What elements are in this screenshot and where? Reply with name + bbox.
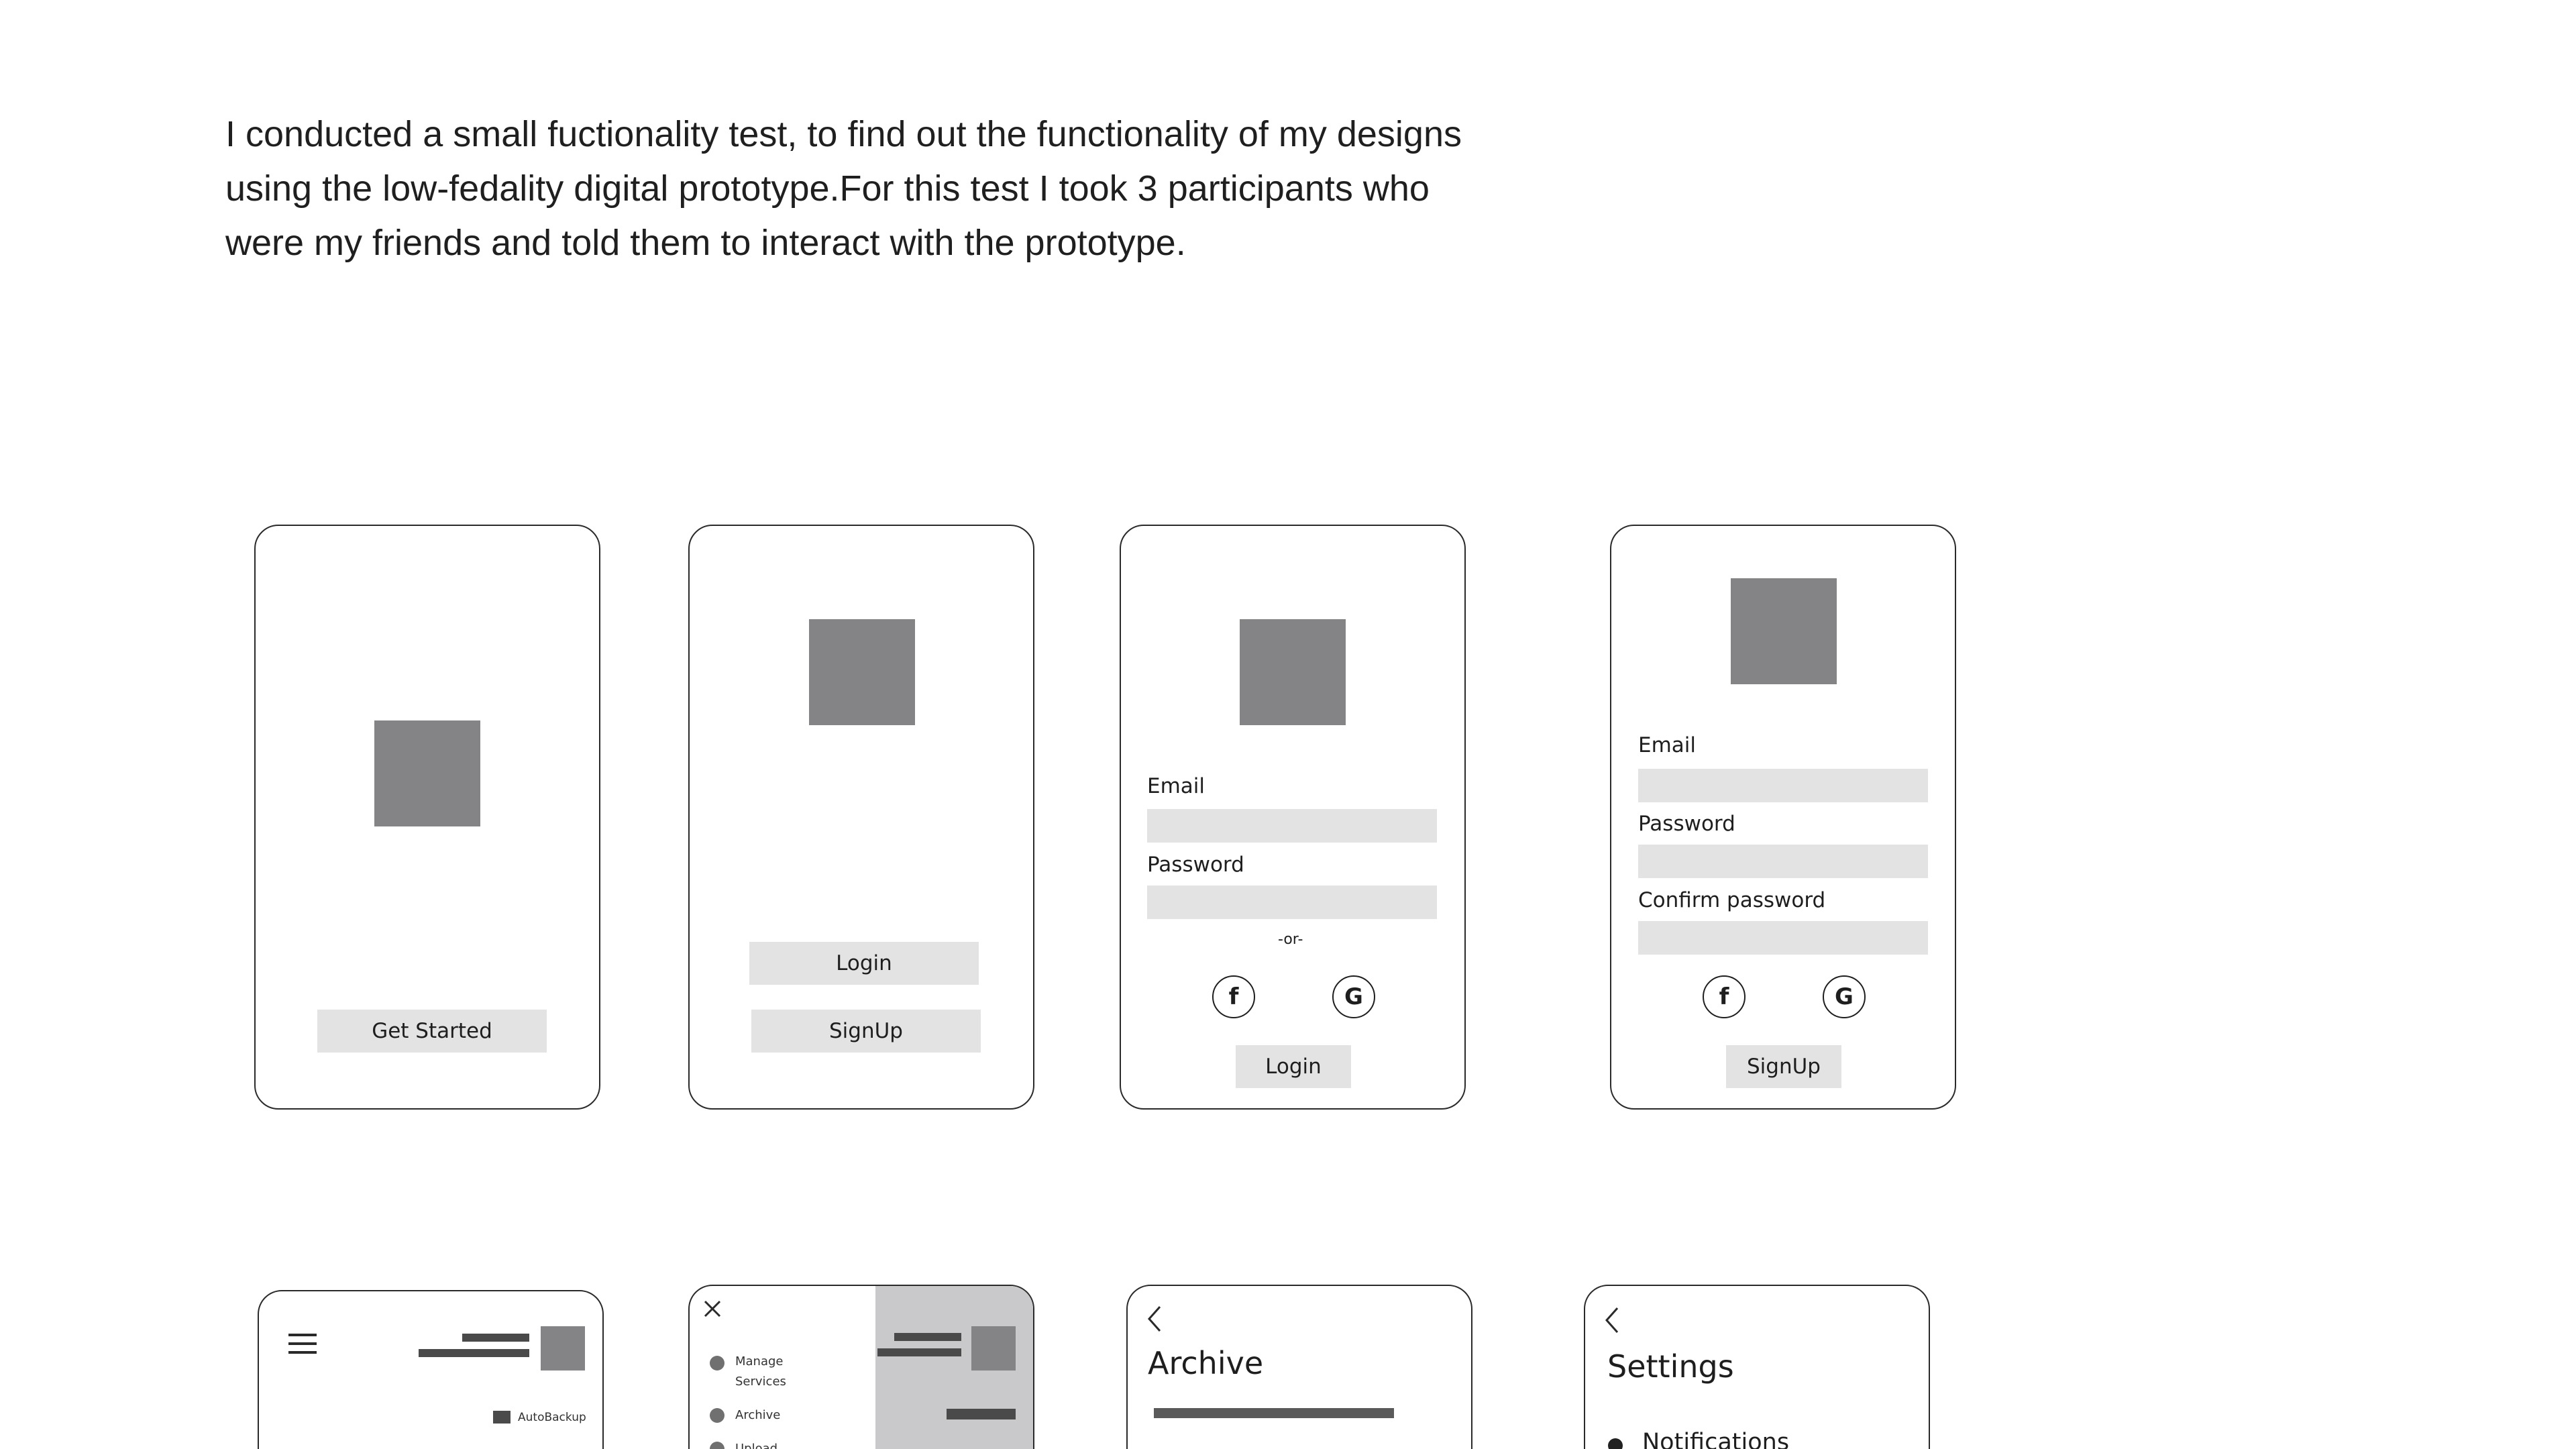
menu-bullet-icon [710,1408,724,1423]
wireframe-home-screen: AutoBackup [258,1290,604,1449]
header-line [462,1334,529,1342]
google-login-icon[interactable]: G [1332,975,1375,1018]
confirm-password-label: Confirm password [1638,888,1826,912]
menu-bullet-icon [710,1442,724,1449]
menu-item-archive[interactable]: Archive [735,1405,780,1426]
wireframe-welcome-screen: Login SignUp [688,525,1034,1110]
or-divider: -or- [1278,931,1303,948]
password-label: Password [1147,853,1244,877]
signup-button[interactable]: SignUp [1726,1045,1841,1088]
content-line [947,1409,1016,1419]
chevron-left-icon[interactable] [1146,1305,1163,1333]
email-field[interactable] [1638,769,1928,802]
wireframe-archive-screen: Archive [1126,1285,1472,1449]
page-title: Settings [1607,1348,1734,1385]
login-button[interactable]: Login [749,942,979,985]
header-line [419,1349,529,1357]
logo-placeholder [1731,578,1837,684]
confirm-password-field[interactable] [1638,921,1928,955]
page-title: Archive [1148,1345,1264,1381]
chevron-left-icon[interactable] [1604,1306,1620,1334]
email-field[interactable] [1147,809,1437,843]
password-field[interactable] [1147,885,1437,919]
header-line [894,1333,961,1341]
wireframe-signup-screen: Email Password Confirm password f G Sign… [1610,525,1956,1110]
content-line [1154,1408,1394,1418]
autobackup-label: AutoBackup [518,1411,586,1424]
email-label: Email [1147,774,1205,798]
facebook-login-icon[interactable]: f [1212,975,1255,1018]
wireframe-login-screen: Email Password -or- f G Login [1120,525,1466,1110]
settings-item-notifications[interactable]: Notifications [1642,1429,1789,1449]
menu-item-upload[interactable]: Upload [735,1439,777,1449]
logo-placeholder [1240,619,1346,725]
menu-bullet-icon [710,1356,724,1371]
password-field[interactable] [1638,845,1928,878]
logo-placeholder [809,619,915,725]
close-icon[interactable] [702,1298,723,1320]
wireframe-splash-screen: Get Started [254,525,600,1110]
email-label: Email [1638,733,1697,757]
avatar [971,1326,1016,1371]
wireframe-settings-screen: Settings Notifications [1584,1285,1930,1449]
intro-paragraph: I conducted a small fuctionality test, t… [225,114,1462,263]
login-button[interactable]: Login [1236,1045,1351,1088]
password-label: Password [1638,812,1735,836]
facebook-signup-icon[interactable]: f [1703,975,1746,1018]
header-line [877,1348,961,1356]
autobackup-indicator [493,1411,511,1424]
menu-item-manage-services[interactable]: Manage Services [735,1352,786,1392]
logo-placeholder [374,720,480,826]
get-started-button[interactable]: Get Started [317,1010,547,1053]
list-bullet-icon [1608,1438,1623,1449]
google-signup-icon[interactable]: G [1823,975,1866,1018]
wireframe-drawer-screen: Manage Services Archive Upload [688,1285,1034,1449]
signup-button[interactable]: SignUp [751,1010,981,1053]
avatar [541,1326,585,1371]
hamburger-menu-icon[interactable] [287,1332,318,1356]
